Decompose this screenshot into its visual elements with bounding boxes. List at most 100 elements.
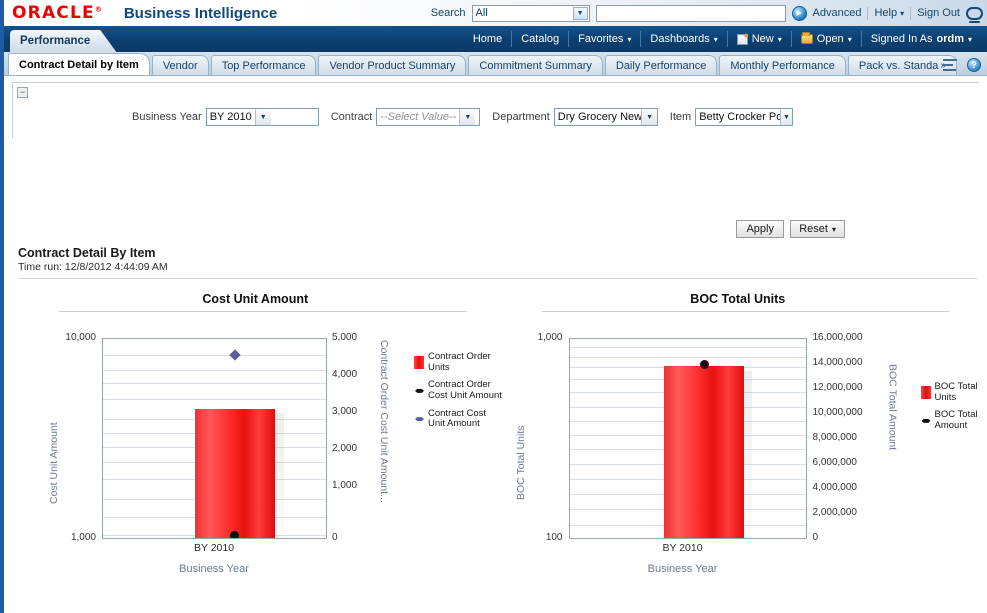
charts-area: Cost Unit Amount Cost Unit Amount 10,000… bbox=[14, 286, 979, 586]
legend-label: BOC Total Amount bbox=[935, 410, 983, 431]
page-options-icon[interactable] bbox=[943, 59, 957, 71]
tab-vendor[interactable]: Vendor bbox=[152, 55, 209, 75]
business-year-select[interactable]: BY 2010 ▼ bbox=[206, 108, 319, 126]
dashboard-page-tabs: Contract Detail by Item Vendor Top Perfo… bbox=[4, 52, 987, 76]
bar-boc-total-units[interactable] bbox=[664, 366, 744, 539]
branding-bar: ORACLE® Business Intelligence Search All… bbox=[4, 0, 987, 26]
legend-diamond-icon bbox=[414, 385, 425, 396]
prompt-label-department: Department bbox=[492, 111, 549, 123]
page-tools: ? bbox=[943, 58, 981, 72]
y-axis-label: BOC Total Units bbox=[515, 380, 527, 500]
cost-unit-amount-chart: Cost Unit Amount Cost Unit Amount 10,000… bbox=[14, 286, 497, 586]
chart-title: Cost Unit Amount bbox=[14, 292, 497, 306]
prompt-label-business-year: Business Year bbox=[132, 111, 202, 123]
tab-daily-performance[interactable]: Daily Performance bbox=[605, 55, 717, 75]
gnav-open[interactable]: Open▾ bbox=[792, 31, 862, 47]
marker-contract-cost-unit-amount[interactable] bbox=[229, 349, 240, 360]
legend-bar-swatch-icon bbox=[414, 356, 424, 369]
gnav-catalog[interactable]: Catalog bbox=[512, 31, 569, 47]
gnav-favorites[interactable]: Favorites▾ bbox=[569, 31, 641, 47]
tab-monthly-performance[interactable]: Monthly Performance bbox=[719, 55, 846, 75]
legend-diamond-icon bbox=[921, 415, 932, 426]
legend-item[interactable]: BOC Total Units bbox=[921, 382, 983, 403]
help-icon[interactable]: ? bbox=[967, 58, 981, 72]
folder-icon bbox=[801, 34, 813, 44]
item-select[interactable]: Betty Crocker Potato ▼ bbox=[695, 108, 793, 126]
y2-axis-tick: 10,000,000 bbox=[813, 407, 889, 418]
report-timestamp-value: 12/8/2012 4:44:09 AM bbox=[65, 261, 168, 273]
tab-contract-detail-by-item[interactable]: Contract Detail by Item bbox=[8, 53, 150, 75]
report-header: Contract Detail By Item Time run: 12/8/2… bbox=[18, 246, 977, 279]
prompt-label-contract: Contract bbox=[331, 111, 373, 123]
global-navigation-bar: Performance Home Catalog Favorites▾ Dash… bbox=[4, 26, 987, 52]
y2-axis-tick: 2,000 bbox=[332, 443, 378, 454]
user-badge-icon[interactable] bbox=[966, 7, 983, 20]
search-scope-select[interactable]: All ▼ bbox=[472, 5, 590, 22]
gnav-new[interactable]: New▾ bbox=[728, 31, 792, 47]
tab-top-performance[interactable]: Top Performance bbox=[211, 55, 317, 75]
search-input[interactable] bbox=[596, 5, 786, 22]
y2-axis-tick: 12,000,000 bbox=[813, 382, 889, 393]
y2-axis-tick: 0 bbox=[813, 532, 889, 543]
x-axis-label: Business Year bbox=[124, 563, 304, 575]
department-value: Dry Grocery New bbox=[555, 109, 642, 125]
business-year-value: BY 2010 bbox=[207, 109, 255, 125]
prompt-department: Department Dry Grocery New ▼ bbox=[492, 108, 657, 126]
bar-contract-order-units[interactable] bbox=[195, 409, 275, 539]
legend-item[interactable]: Contract Order Units bbox=[414, 352, 504, 373]
gnav-home[interactable]: Home bbox=[464, 31, 512, 47]
plot-box bbox=[102, 338, 327, 539]
oracle-bi-dashboard: ORACLE® Business Intelligence Search All… bbox=[0, 0, 987, 613]
tab-vendor-product-summary[interactable]: Vendor Product Summary bbox=[318, 55, 466, 75]
gnav-signed-in-as[interactable]: Signed In Asordm▾ bbox=[862, 31, 981, 47]
prompt-business-year: Business Year BY 2010 ▼ bbox=[132, 108, 319, 126]
item-value: Betty Crocker Potato bbox=[696, 109, 780, 125]
apply-button[interactable]: Apply bbox=[736, 220, 784, 238]
y-axis-tick: 100 bbox=[507, 532, 563, 543]
contract-value: --Select Value-- bbox=[377, 109, 459, 125]
search-label: Search bbox=[431, 7, 466, 19]
report-timestamp: Time run: 12/8/2012 4:44:09 AM bbox=[18, 261, 977, 273]
department-select[interactable]: Dry Grocery New ▼ bbox=[554, 108, 658, 126]
reset-button[interactable]: Reset▾ bbox=[790, 220, 845, 238]
y2-axis-tick: 8,000,000 bbox=[813, 432, 889, 443]
chart-legend: BOC Total Units BOC Total Amount bbox=[921, 382, 983, 439]
chevron-down-icon[interactable]: ▼ bbox=[573, 7, 588, 20]
chevron-down-icon[interactable]: ▼ bbox=[641, 109, 656, 125]
chevron-down-icon: ▾ bbox=[627, 35, 631, 44]
signed-in-user: ordm bbox=[936, 33, 964, 45]
trademark-mark: ® bbox=[95, 5, 102, 13]
contract-select[interactable]: --Select Value-- ▼ bbox=[376, 108, 480, 126]
legend-item[interactable]: BOC Total Amount bbox=[921, 410, 983, 431]
tab-pack-vs-standard[interactable]: Pack vs. Standa» bbox=[848, 55, 957, 75]
chart-legend: Contract Order Units Contract Order Cost… bbox=[414, 352, 504, 437]
legend-item[interactable]: Contract Cost Unit Amount bbox=[414, 409, 504, 430]
dashboard-content: − Business Year BY 2010 ▼ Contract --Sel… bbox=[4, 76, 987, 613]
advanced-link[interactable]: Advanced bbox=[813, 7, 862, 19]
y-axis-tick: 1,000 bbox=[40, 532, 96, 543]
collapse-minus-icon[interactable]: − bbox=[17, 87, 28, 98]
search-go-icon[interactable]: ▶ bbox=[792, 6, 807, 21]
legend-item[interactable]: Contract Order Cost Unit Amount bbox=[414, 380, 504, 401]
legend-label: Contract Order Units bbox=[428, 352, 504, 373]
chevron-down-icon[interactable]: ▼ bbox=[255, 109, 271, 125]
dashboard-name-tab[interactable]: Performance bbox=[10, 30, 116, 52]
sign-out-link[interactable]: Sign Out bbox=[917, 7, 960, 19]
chevron-down-icon: ▾ bbox=[714, 35, 718, 44]
global-nav-links: Home Catalog Favorites▾ Dashboards▾ New▾… bbox=[464, 26, 981, 52]
tab-commitment-summary[interactable]: Commitment Summary bbox=[468, 55, 602, 75]
marker-contract-order-cost-unit-amount[interactable] bbox=[230, 531, 239, 539]
prompt-label-item: Item bbox=[670, 111, 691, 123]
chevron-down-icon[interactable]: ▼ bbox=[780, 109, 792, 125]
help-menu[interactable]: Help ▾ bbox=[874, 7, 904, 19]
gnav-dashboards[interactable]: Dashboards▾ bbox=[641, 31, 727, 47]
chevron-down-icon[interactable]: ▼ bbox=[459, 109, 475, 125]
y-axis-tick: 1,000 bbox=[507, 332, 563, 343]
marker-boc-total-amount[interactable] bbox=[700, 360, 709, 369]
chart-title: BOC Total Units bbox=[497, 292, 980, 306]
y2-axis-tick: 16,000,000 bbox=[813, 332, 889, 343]
x-axis-tick: BY 2010 bbox=[154, 542, 274, 554]
chevron-down-icon: ▾ bbox=[900, 9, 904, 18]
chevron-down-icon: ▾ bbox=[848, 35, 852, 44]
oracle-logo: ORACLE® bbox=[12, 5, 102, 22]
